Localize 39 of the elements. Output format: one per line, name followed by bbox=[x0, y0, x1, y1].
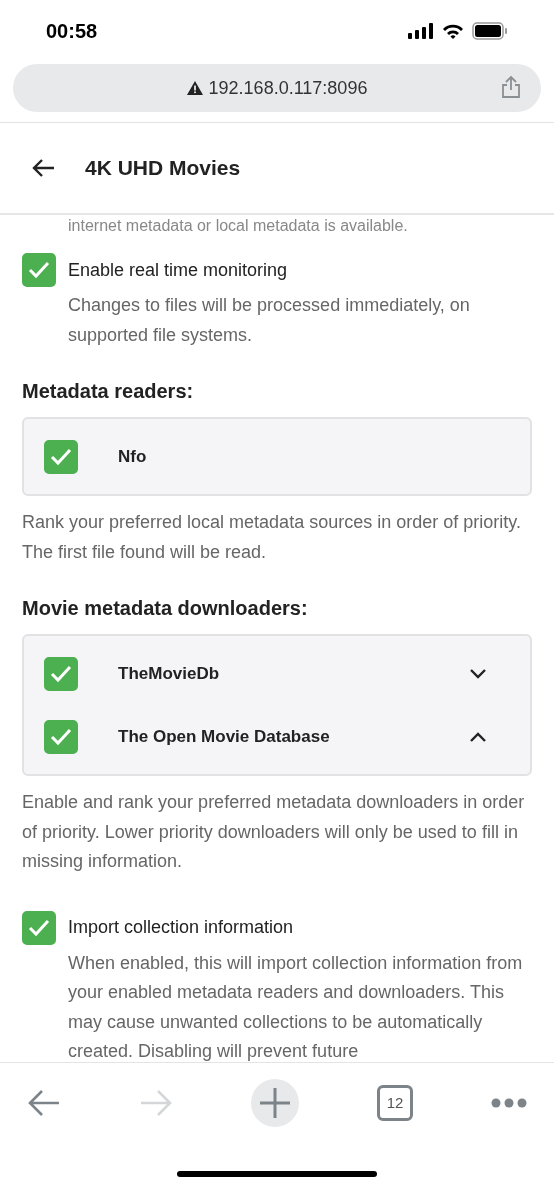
address-bar[interactable]: 192.168.0.117:8096 bbox=[13, 64, 541, 112]
more-icon[interactable] bbox=[491, 1097, 527, 1108]
page-title: 4K UHD Movies bbox=[85, 156, 241, 180]
signal-icon bbox=[408, 23, 434, 39]
check-icon bbox=[50, 664, 72, 683]
checkbox[interactable] bbox=[44, 439, 78, 474]
description-text: internet metadata or local metadata is available. bbox=[67, 216, 409, 236]
checkbox-label: Import collection information bbox=[68, 917, 294, 938]
description-text: When enabled, this will import collection information from your enabled metadata readers and downloaders. This may cause unwanted collections to be automatically created. Disabling will prevent future bbox=[67, 951, 524, 1062]
check-icon bbox=[50, 447, 72, 466]
back-icon[interactable] bbox=[27, 1087, 61, 1118]
section-heading: Metadata readers: bbox=[22, 380, 195, 403]
checkbox[interactable] bbox=[22, 253, 56, 287]
check-icon bbox=[28, 918, 50, 937]
check-icon bbox=[50, 727, 72, 746]
back-arrow-icon[interactable] bbox=[31, 158, 55, 178]
checkbox[interactable] bbox=[44, 656, 78, 691]
url-text: 192.168.0.117:8096 bbox=[208, 77, 368, 99]
section-heading: Movie metadata downloaders: bbox=[22, 597, 309, 620]
battery-icon bbox=[472, 22, 508, 40]
share-icon[interactable] bbox=[501, 75, 521, 99]
item-name: Nfo bbox=[118, 446, 148, 467]
check-icon bbox=[28, 261, 50, 279]
warning-icon bbox=[186, 81, 203, 95]
description-text: Changes to files will be processed immediately, on supported file systems. bbox=[67, 294, 471, 347]
checkbox[interactable] bbox=[44, 719, 78, 754]
status-time: 00:58 bbox=[46, 19, 98, 43]
help-text: Enable and rank your preferred metadata downloaders in order of priority. Lower priority downloaders will only be used to fill in missing information. bbox=[22, 791, 526, 873]
tab-count-button[interactable]: 12 bbox=[377, 1084, 413, 1121]
new-tab-icon[interactable] bbox=[251, 1078, 299, 1127]
help-text: Rank your preferred local metadata sources in order of priority. The first file found will be read. bbox=[22, 511, 522, 564]
chevron-down-icon[interactable] bbox=[470, 668, 486, 679]
chevron-up-icon[interactable] bbox=[470, 731, 486, 742]
checkbox-label: Enable real time monitoring bbox=[68, 259, 288, 281]
item-name: TheMovieDb bbox=[118, 663, 221, 684]
forward-icon[interactable] bbox=[139, 1087, 173, 1118]
item-name: The Open Movie Database bbox=[118, 726, 331, 747]
wifi-icon bbox=[442, 23, 464, 39]
checkbox[interactable] bbox=[22, 910, 56, 945]
